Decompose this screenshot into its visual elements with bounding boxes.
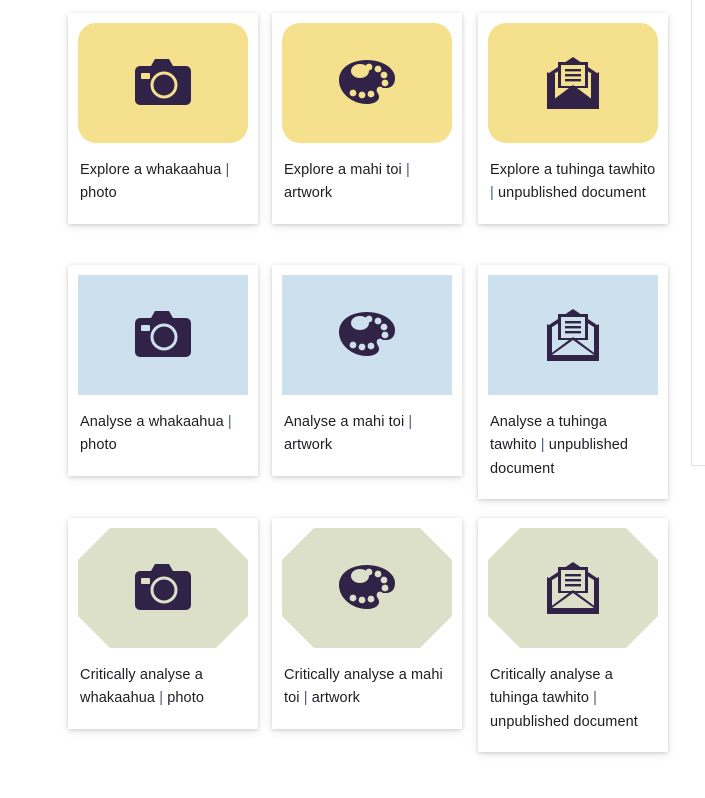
- card-critically-analyse-mahi-toi[interactable]: Critically analyse a mahi toi | artwork: [272, 518, 462, 729]
- card-label: Explore a mahi toi | artwork: [272, 143, 462, 224]
- camera-icon: [133, 562, 193, 614]
- card-label-suffix: artwork: [284, 185, 333, 202]
- card-label: Analyse a mahi toi | artwork: [272, 395, 462, 476]
- card-critically-analyse-whakaahua[interactable]: Critically analyse a whakaahua | photo: [68, 518, 258, 729]
- card-label: Analyse a tuhinga tawhito | unpublished …: [478, 395, 668, 499]
- card-analyse-whakaahua[interactable]: Analyse a whakaahua | photo: [68, 265, 258, 476]
- card-label-prefix: Explore a tuhinga tawhito: [490, 162, 656, 178]
- card-label-separator: |: [408, 414, 413, 430]
- card-media-analyse-whakaahua: [78, 275, 248, 395]
- card-label: Critically analyse a tuhinga tawhito | u…: [478, 648, 668, 752]
- card-label-prefix: Analyse a mahi toi: [284, 414, 409, 430]
- open-envelope-document-icon: [545, 57, 601, 109]
- card-label-suffix: artwork: [284, 437, 333, 454]
- card-row-analyse: Analyse a whakaahua | photo Analyse a ma…: [68, 265, 705, 518]
- card-label-suffix: unpublished document: [490, 713, 638, 730]
- card-label-suffix: photo: [80, 185, 117, 202]
- card-label-separator: |: [225, 162, 230, 178]
- card-label-prefix: Explore a whakaahua: [80, 162, 226, 178]
- card-grid-page: Explore a whakaahua | photo Explore a ma…: [0, 0, 705, 798]
- card-media-critically-analyse-tuhinga-tawhito: [488, 528, 658, 648]
- card-media-explore-whakaahua: [78, 23, 248, 143]
- card-label-separator: |: [593, 690, 598, 707]
- card-label-suffix: photo: [80, 437, 117, 454]
- card-media-analyse-tuhinga-tawhito: [488, 275, 658, 395]
- card-label-suffix: unpublished document: [493, 185, 646, 202]
- card-label-suffix: photo: [163, 690, 204, 707]
- card-media-explore-mahi-toi: [282, 23, 452, 143]
- card-label: Explore a tuhinga tawhito | unpublished …: [478, 143, 668, 224]
- palette-icon: [336, 58, 398, 108]
- card-label: Critically analyse a mahi toi | artwork: [272, 648, 462, 729]
- card-explore-whakaahua[interactable]: Explore a whakaahua | photo: [68, 13, 258, 224]
- card-label-prefix: Explore a mahi toi: [284, 162, 406, 178]
- card-media-critically-analyse-mahi-toi: [282, 528, 452, 648]
- card-label-suffix: artwork: [307, 690, 360, 707]
- card-media-critically-analyse-whakaahua: [78, 528, 248, 648]
- camera-icon: [133, 57, 193, 109]
- palette-icon: [336, 310, 398, 360]
- card-analyse-tuhinga-tawhito[interactable]: Analyse a tuhinga tawhito | unpublished …: [478, 265, 668, 500]
- card-explore-tuhinga-tawhito[interactable]: Explore a tuhinga tawhito | unpublished …: [478, 13, 668, 224]
- card-critically-analyse-tuhinga-tawhito[interactable]: Critically analyse a tuhinga tawhito | u…: [478, 518, 668, 753]
- card-label-prefix: Analyse a whakaahua: [80, 414, 228, 430]
- card-label-separator: |: [227, 414, 232, 430]
- camera-icon: [133, 309, 193, 361]
- card-label: Critically analyse a whakaahua | photo: [68, 648, 258, 729]
- card-analyse-mahi-toi[interactable]: Analyse a mahi toi | artwork: [272, 265, 462, 476]
- card-label-separator: |: [406, 162, 410, 178]
- card-explore-mahi-toi[interactable]: Explore a mahi toi | artwork: [272, 13, 462, 224]
- open-envelope-document-icon: [545, 562, 601, 614]
- palette-icon: [336, 563, 398, 613]
- card-media-analyse-mahi-toi: [282, 275, 452, 395]
- card-label: Explore a whakaahua | photo: [68, 143, 258, 224]
- card-label: Analyse a whakaahua | photo: [68, 395, 258, 476]
- card-grid: Explore a whakaahua | photo Explore a ma…: [68, 13, 705, 771]
- open-envelope-document-icon: [545, 309, 601, 361]
- card-media-explore-tuhinga-tawhito: [488, 23, 658, 143]
- card-row-explore: Explore a whakaahua | photo Explore a ma…: [68, 13, 705, 265]
- card-row-critically-analyse: Critically analyse a whakaahua | photo C…: [68, 518, 705, 771]
